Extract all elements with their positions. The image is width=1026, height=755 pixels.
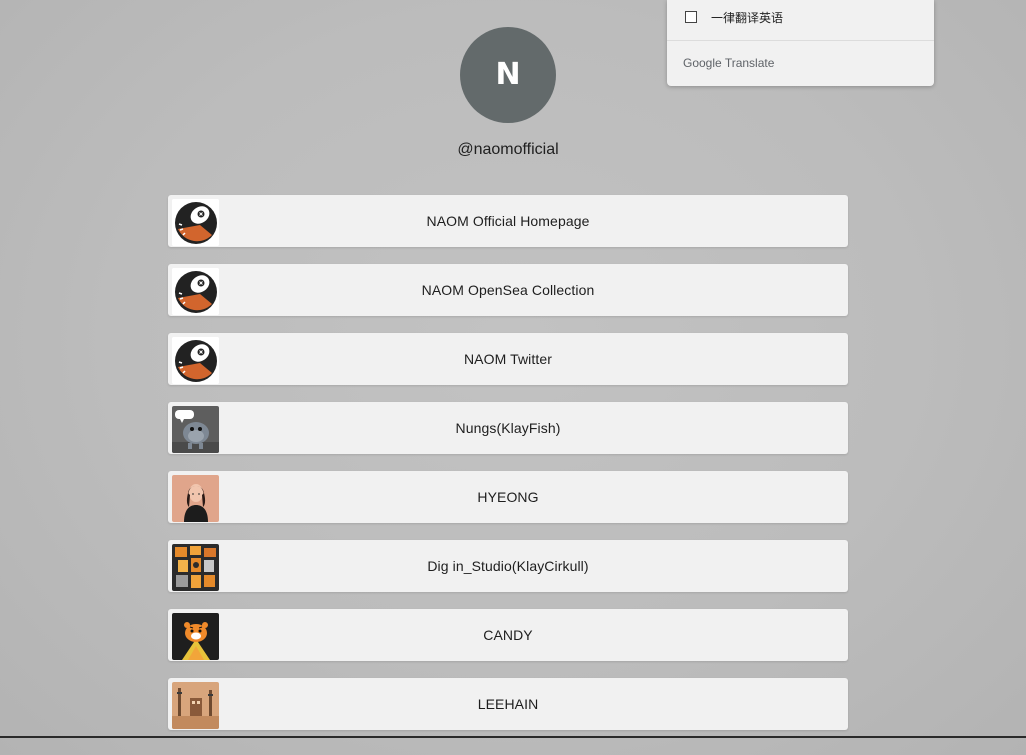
link-card-naom-homepage[interactable]: NAOM Official Homepage [168, 195, 848, 247]
window-bottom-border [0, 736, 1026, 738]
link-label: Nungs(KlayFish) [455, 420, 561, 436]
link-label: LEEHAIN [477, 696, 539, 712]
avatar-letter: N [495, 57, 521, 92]
translate-popup: 一律翻译英语 Google Translate [667, 0, 934, 86]
link-label: NAOM OpenSea Collection [421, 282, 595, 298]
always-translate-label[interactable]: 一律翻译英语 [711, 9, 783, 26]
link-label: HYEONG [477, 489, 539, 505]
link-label: NAOM Official Homepage [426, 213, 590, 229]
link-card-leehain[interactable]: LEEHAIN [168, 678, 848, 730]
google-translate-brand: Google Translate [683, 56, 774, 70]
link-card-nungs-klayfish[interactable]: Nungs(KlayFish) [168, 402, 848, 454]
link-page: N @naomofficial NAOM Official Homepage N… [0, 0, 1026, 755]
google-logo-text: Google [683, 56, 722, 70]
link-card-naom-twitter[interactable]: NAOM Twitter [168, 333, 848, 385]
link-card-hyeong[interactable]: HYEONG [168, 471, 848, 523]
always-translate-checkbox[interactable] [685, 11, 697, 23]
link-card-candy[interactable]: CANDY [168, 609, 848, 661]
link-card-dig-in-studio[interactable]: Dig in_Studio(KlayCirkull) [168, 540, 848, 592]
link-label: CANDY [483, 627, 533, 643]
link-card-naom-opensea[interactable]: NAOM OpenSea Collection [168, 264, 848, 316]
profile-avatar: N [460, 27, 556, 123]
translate-text: Translate [724, 56, 775, 70]
translate-option-row[interactable]: 一律翻译英语 [667, 0, 934, 41]
link-label: NAOM Twitter [463, 351, 553, 367]
link-label: Dig in_Studio(KlayCirkull) [427, 558, 589, 574]
profile-username: @naomofficial [457, 141, 559, 158]
links-list: NAOM Official Homepage NAOM OpenSea Coll… [168, 195, 848, 747]
